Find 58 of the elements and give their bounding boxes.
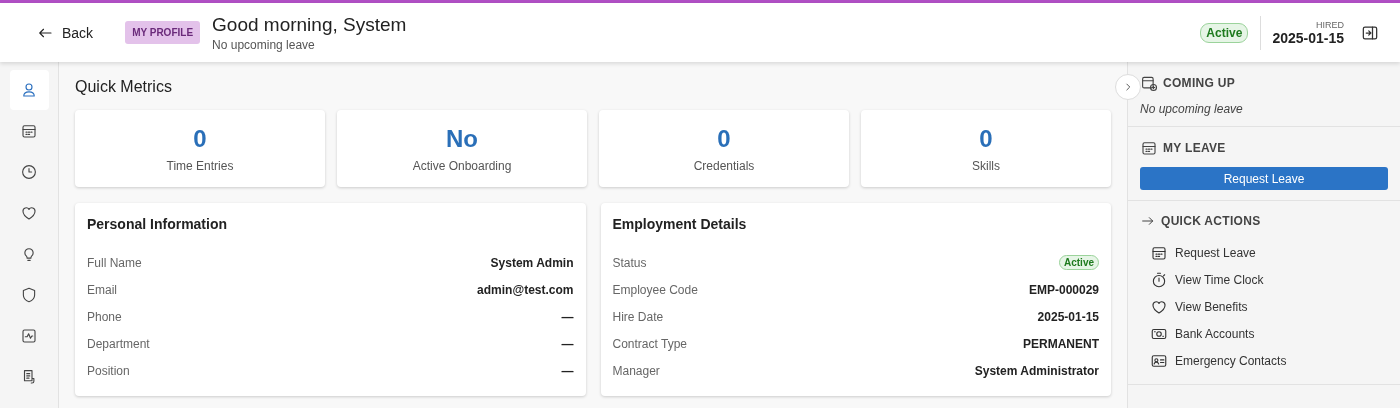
field-label: Employee Code — [612, 282, 698, 297]
empty-message: No upcoming leave — [1140, 102, 1244, 116]
field-label: Email — [87, 282, 117, 297]
section-title: COMING UP — [1163, 76, 1236, 90]
field-label: Status — [612, 255, 647, 270]
person-icon — [20, 81, 38, 99]
field-value: EMP-000029 — [1028, 282, 1099, 297]
quick-action-link[interactable]: Emergency Contacts — [1140, 347, 1388, 374]
field-label: Hire Date — [612, 309, 664, 324]
field-value: System Administrator — [974, 363, 1099, 378]
quick-action-link[interactable]: View Time Clock — [1140, 266, 1388, 293]
hired-date: 2025-01-15 — [1272, 29, 1344, 46]
metric-value: 0 — [717, 124, 731, 153]
field-label: Manager — [612, 363, 660, 378]
calendar-icon — [1140, 139, 1158, 157]
page-subtitle: No upcoming leave — [212, 37, 316, 52]
field-label: Phone — [87, 309, 122, 324]
card-title: Personal Information — [87, 216, 229, 232]
quick-action-link[interactable]: Bank Accounts — [1140, 320, 1388, 347]
calendar-icon — [1140, 74, 1158, 92]
nav-item[interactable] — [9, 70, 49, 110]
metric-value: 0 — [979, 124, 993, 153]
calendar-icon — [20, 122, 38, 140]
back-button[interactable]: Back — [36, 23, 94, 42]
field-value: admin@test.com — [477, 282, 574, 297]
page-badge: MY PROFILE — [125, 21, 201, 44]
status-badge: Active — [1059, 255, 1099, 270]
clock-icon — [20, 163, 38, 181]
hired-label: HIRED — [1316, 19, 1344, 30]
pulse-icon — [20, 327, 38, 345]
field-value: — — [561, 309, 574, 324]
field-value: PERMANENT — [1023, 336, 1099, 351]
field-label: Position — [87, 363, 130, 378]
card-title: Employment Details — [612, 216, 748, 232]
field-label: Contract Type — [612, 336, 687, 351]
field-value: — — [561, 363, 574, 378]
page-title: Good morning, System — [212, 13, 407, 36]
field-value: 2025-01-15 — [1037, 309, 1099, 324]
metric-label: Active Onboarding — [412, 158, 512, 173]
shield-icon — [20, 286, 38, 304]
heart-icon — [20, 204, 38, 222]
section-title: Quick Metrics — [75, 78, 173, 96]
stopwatch-icon — [1150, 270, 1168, 289]
field-label: Full Name — [87, 255, 142, 270]
metric-value: No — [446, 124, 478, 153]
field-value: System Admin — [490, 255, 574, 270]
field-label: Department — [87, 336, 150, 351]
field-value: — — [561, 336, 574, 351]
metric-value: 0 — [193, 124, 207, 153]
request-leave-button[interactable]: Request Leave — [1140, 167, 1388, 190]
section-title: MY LEAVE — [1163, 141, 1226, 155]
metric-label: Credentials — [693, 158, 755, 173]
quick-action-link[interactable]: View Benefits — [1140, 293, 1388, 320]
metric-label: Time Entries — [166, 158, 234, 173]
status-badge: Active — [1200, 22, 1249, 43]
metric-label: Skills — [972, 158, 1000, 173]
section-title: QUICK ACTIONS — [1161, 214, 1261, 228]
quick-action-link[interactable]: Request Leave — [1140, 239, 1388, 266]
